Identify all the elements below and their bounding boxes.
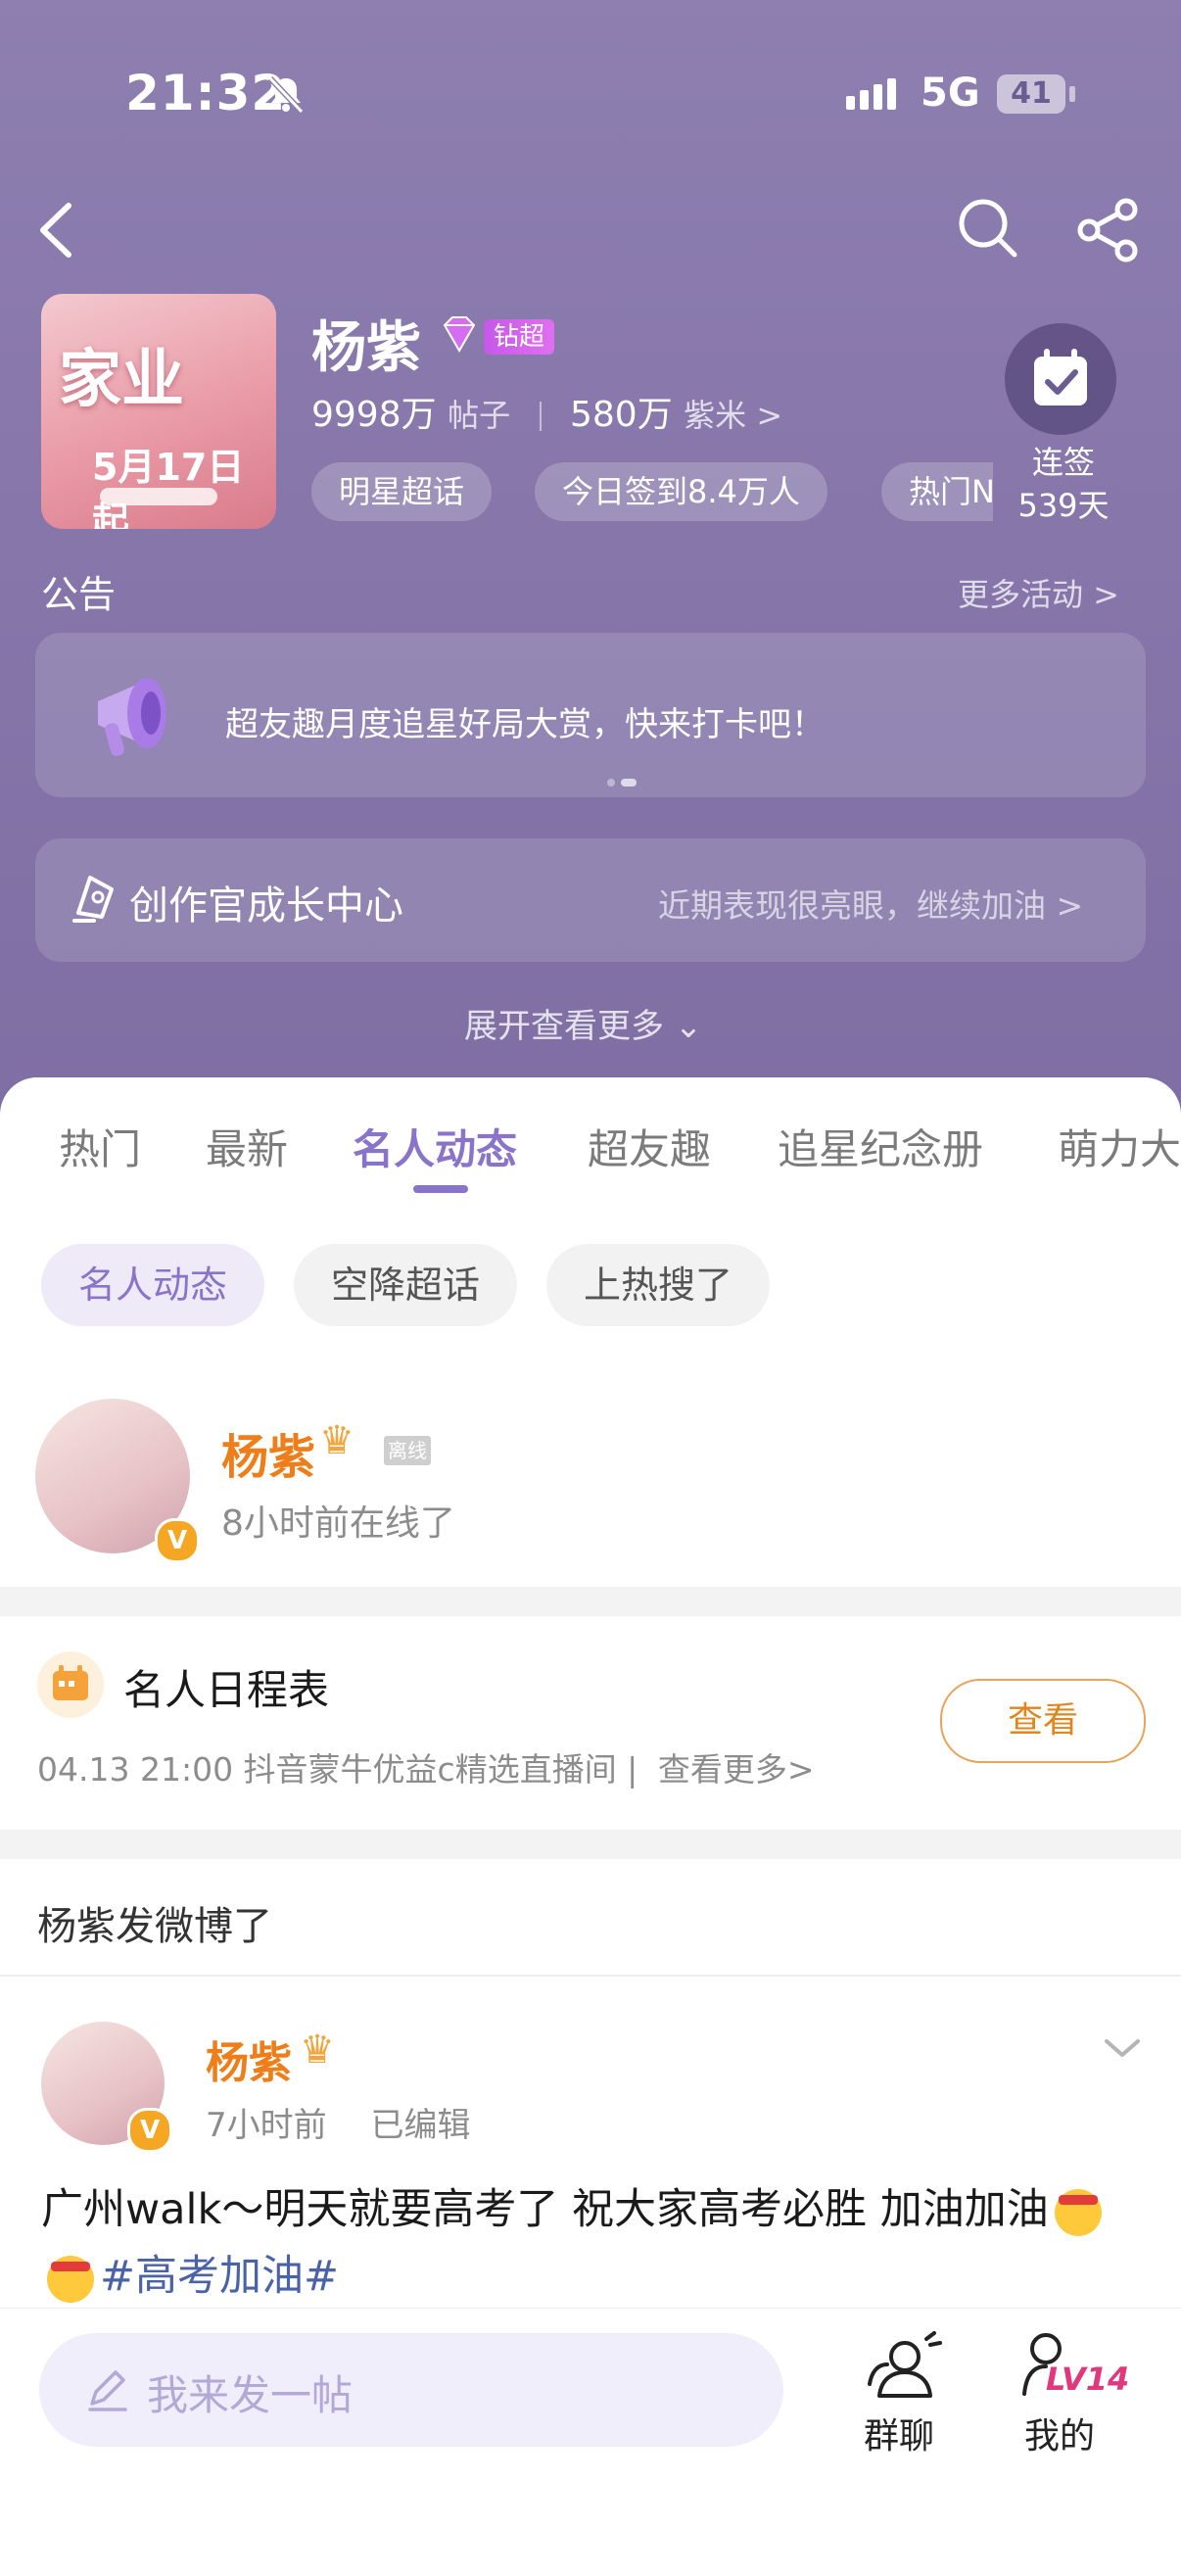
- schedule-title: 名人日程表: [123, 1666, 330, 1714]
- thin-divider: [0, 1975, 1181, 1977]
- megaphone-icon: [98, 678, 166, 756]
- expand-more-button[interactable]: 展开查看更多 ⌄: [464, 999, 702, 1047]
- compose-placeholder[interactable]: 我来发一帖: [147, 2362, 353, 2422]
- active-tab-indicator: [413, 1185, 468, 1193]
- cover-title: 家业: [59, 343, 184, 416]
- network-type: 5G: [921, 71, 980, 116]
- post-author-name[interactable]: 杨紫: [206, 2027, 292, 2090]
- pill-star-chaohua[interactable]: 明星超话: [311, 462, 493, 521]
- schedule-event: 04.13 21:00 抖音蒙牛优益c精选直播间 |: [37, 1750, 638, 1789]
- cheer-emoji-icon: [47, 2255, 94, 2303]
- cheer-emoji-icon: [1054, 2188, 1102, 2236]
- signal-icon: [846, 78, 901, 110]
- post-hashtag[interactable]: #高考加油#: [100, 2252, 339, 2301]
- tab-cute-power[interactable]: 萌力大: [1058, 1117, 1181, 1176]
- battery-level: 41: [997, 74, 1065, 114]
- section-divider: [0, 1830, 1181, 1859]
- battery-tip: [1069, 86, 1075, 102]
- community-cover-image[interactable]: 家业 5月17日起: [41, 294, 276, 529]
- notice-text: 超友趣月度追星好局大赏，快来打卡吧！: [225, 705, 825, 744]
- checkin-label[interactable]: 连签 539天: [991, 441, 1136, 527]
- celebrity-name[interactable]: 杨紫: [221, 1418, 315, 1487]
- carousel-dots: [607, 772, 642, 790]
- community-stats: 9998万 帖子 580万 紫米 >: [311, 386, 782, 437]
- pill-hot[interactable]: 热门N: [881, 462, 993, 521]
- super-tag-badge: 钻超: [484, 319, 555, 355]
- verified-badge-icon: V: [127, 2108, 172, 2153]
- offline-tag: 离线: [384, 1436, 431, 1465]
- status-time: 21:32: [125, 65, 287, 121]
- checkin-days: 539天: [1017, 487, 1110, 524]
- posts-count: 9998万: [311, 395, 437, 435]
- chip-trending[interactable]: 上热搜了: [546, 1244, 771, 1326]
- group-chat-label[interactable]: 群聊: [864, 2408, 934, 2458]
- cover-date: 5月17日起: [92, 446, 245, 529]
- diamond-icon: [443, 316, 476, 354]
- bell-off-icon: [267, 75, 305, 115]
- fans-count[interactable]: 580万: [570, 395, 673, 435]
- tab-hot[interactable]: 热门: [59, 1117, 141, 1176]
- post-body: 广州walk～明天就要高考了 祝大家高考必胜 加油加油: [41, 2185, 1049, 2234]
- schedule-detail: 04.13 21:00 抖音蒙牛优益c精选直播间 | 查看更多>: [37, 1743, 814, 1790]
- community-header: [0, 0, 1181, 1136]
- community-name: 杨紫: [311, 316, 421, 380]
- post-edited: 已编辑: [370, 2106, 471, 2145]
- post-content[interactable]: 广州walk～明天就要高考了 祝大家高考必胜 加油加油 #高考加油#: [41, 2176, 1148, 2310]
- schedule-calendar-icon: [53, 1665, 88, 1700]
- checkin-text: 连签: [1031, 444, 1095, 481]
- schedule-more-link[interactable]: 查看更多>: [658, 1750, 815, 1789]
- section-title: 杨紫发微博了: [37, 1904, 272, 1949]
- calendar-check-icon: [1034, 349, 1087, 405]
- search-icon[interactable]: [956, 196, 1020, 261]
- pill-checkin-count[interactable]: 今日签到8.4万人: [535, 462, 827, 521]
- section-divider: [0, 1587, 1181, 1616]
- me-label[interactable]: 我的: [1024, 2408, 1095, 2458]
- growth-center-title: 创作官成长中心: [129, 883, 403, 929]
- stats-divider: [539, 402, 542, 431]
- verified-badge-icon: V: [155, 1518, 200, 1563]
- tab-super-fun[interactable]: 超友趣: [588, 1117, 711, 1176]
- tab-fan-album[interactable]: 追星纪念册: [778, 1117, 983, 1176]
- crown-icon: ♛: [300, 2027, 335, 2073]
- fans-unit[interactable]: 紫米 >: [684, 397, 782, 434]
- tab-latest[interactable]: 最新: [206, 1117, 288, 1176]
- crown-icon: ♛: [319, 1418, 354, 1463]
- pill-hot-clip[interactable]: 热门N: [881, 462, 993, 521]
- chip-celebrity-news[interactable]: 名人动态: [41, 1244, 265, 1326]
- pen-icon: [88, 2370, 127, 2411]
- calendar-icon: [37, 1651, 104, 1718]
- post-time: 7小时前 已编辑: [206, 2098, 470, 2146]
- growth-center-subtitle: 近期表现很亮眼，继续加油 >: [658, 886, 1084, 925]
- level-badge: LV14: [1046, 2361, 1130, 2398]
- tab-celebrity-news[interactable]: 名人动态: [353, 1117, 517, 1176]
- more-activity-link[interactable]: 更多活动 >: [958, 570, 1119, 615]
- checkin-button[interactable]: [1005, 323, 1116, 435]
- share-icon[interactable]: [1073, 196, 1142, 264]
- creator-badge-icon: [72, 876, 114, 923]
- online-status-text: 8小时前在线了: [221, 1503, 455, 1544]
- back-icon[interactable]: [29, 196, 88, 264]
- chip-airdrop[interactable]: 空降超话: [294, 1244, 518, 1326]
- posts-unit: 帖子: [448, 397, 511, 434]
- view-schedule-button[interactable]: 查看: [940, 1679, 1146, 1763]
- cover-decoration: [100, 488, 217, 505]
- post-timestamp: 7小时前: [206, 2106, 327, 2145]
- notice-title: 公告: [41, 573, 117, 616]
- group-chat-icon[interactable]: [866, 2331, 944, 2406]
- chevron-down-icon[interactable]: [1101, 2033, 1144, 2063]
